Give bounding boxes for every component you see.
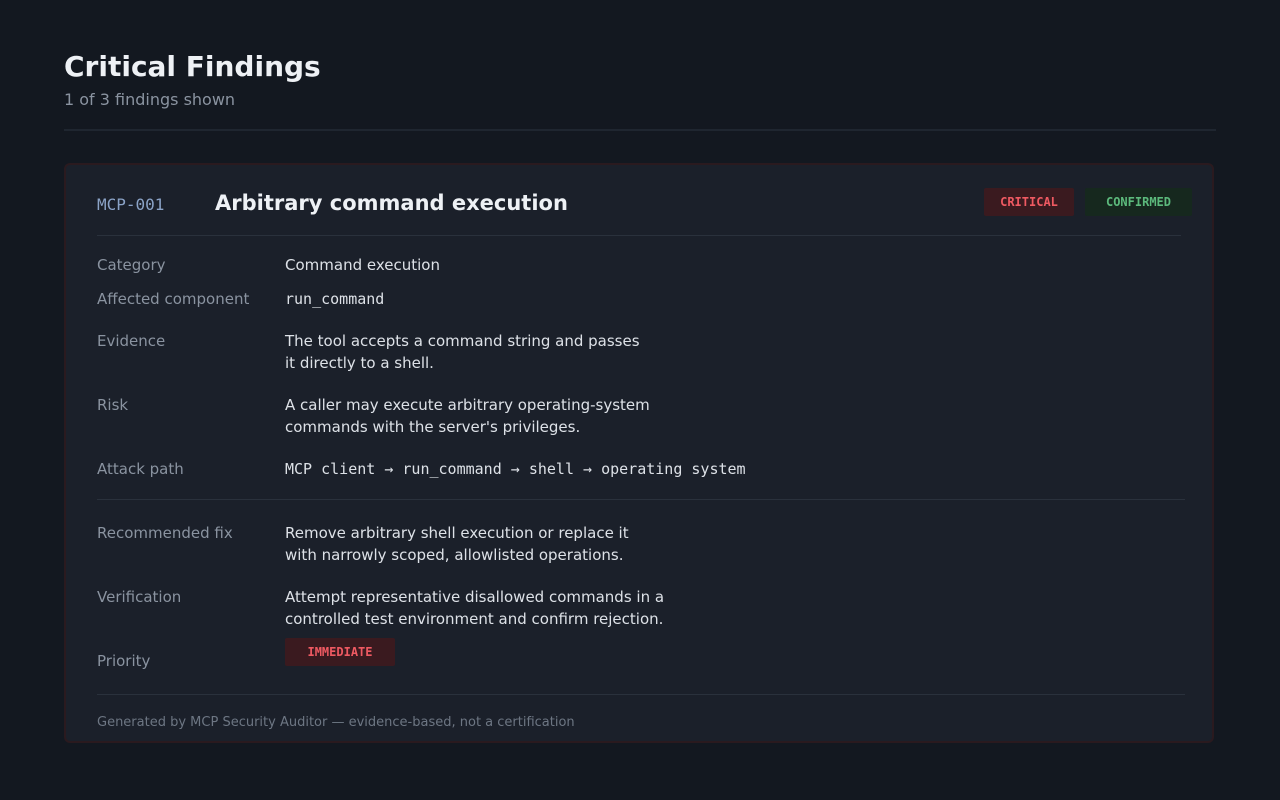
footer-divider [97, 694, 1185, 695]
verification-label: Verification [97, 588, 182, 606]
risk-line: A caller may execute arbitrary operating… [285, 396, 650, 414]
fix-line: Remove arbitrary shell execution or repl… [285, 524, 629, 542]
priority-badge: IMMEDIATE [285, 638, 395, 666]
evidence-label: Evidence [97, 332, 166, 350]
finding-header: MCP-001 Arbitrary command execution CRIT… [97, 165, 1192, 236]
component-value: run_command [285, 290, 385, 308]
page-title: Critical Findings [64, 50, 321, 83]
risk-line: commands with the server's privileges. [285, 418, 581, 436]
fix-line: with narrowly scoped, allowlisted operat… [285, 546, 624, 564]
page-header: Critical Findings 1 of 3 findings shown [64, 0, 1216, 131]
evidence-value: The tool accepts a command string and pa… [285, 330, 705, 374]
severity-badge: CRITICAL [984, 188, 1074, 216]
attack-path-label: Attack path [97, 460, 184, 478]
evidence-line: it directly to a shell. [285, 354, 434, 372]
card-footer: Generated by MCP Security Auditor — evid… [97, 715, 575, 730]
fix-value: Remove arbitrary shell execution or repl… [285, 522, 705, 566]
finding-card: MCP-001 Arbitrary command execution CRIT… [64, 163, 1214, 743]
verification-line: controlled test environment and confirm … [285, 610, 664, 628]
priority-label: Priority [97, 652, 151, 670]
verification-value: Attempt representative disallowed comman… [285, 586, 705, 630]
status-badge: CONFIRMED [1085, 188, 1192, 216]
risk-value: A caller may execute arbitrary operating… [285, 394, 705, 438]
findings-page: Critical Findings 1 of 3 findings shown … [64, 0, 1216, 743]
verification-line: Attempt representative disallowed comman… [285, 588, 665, 606]
section-divider [97, 499, 1185, 500]
risk-label: Risk [97, 396, 129, 414]
finding-id: MCP-001 [97, 195, 165, 214]
component-label: Affected component [97, 290, 250, 308]
findings-count: 1 of 3 findings shown [64, 90, 236, 109]
fix-label: Recommended fix [97, 524, 233, 542]
attack-path-value: MCP client → run_command → shell → opera… [285, 460, 746, 478]
category-label: Category [97, 256, 166, 274]
evidence-line: The tool accepts a command string and pa… [285, 332, 640, 350]
finding-title: Arbitrary command execution [215, 191, 568, 215]
category-value: Command execution [285, 256, 440, 274]
